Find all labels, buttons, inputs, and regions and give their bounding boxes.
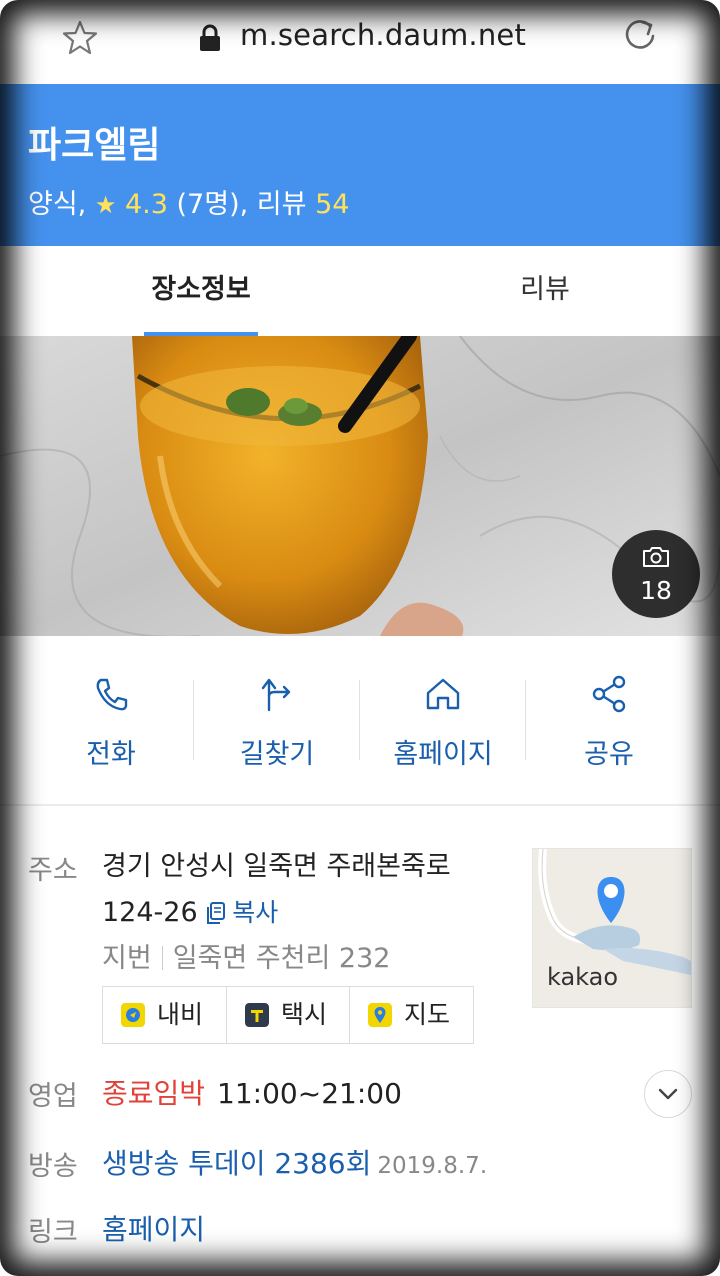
tab-place-info[interactable]: 장소정보: [144, 246, 258, 336]
lock-icon: [200, 24, 220, 51]
hours-time: 11:00~21:00: [217, 1077, 402, 1110]
copy-address-button[interactable]: 복사: [206, 898, 278, 927]
address-label: 주소: [28, 855, 78, 886]
address-text: 경기 안성시 일죽면 주래본죽로 124-26 복사: [102, 844, 522, 936]
review-count[interactable]: 54: [315, 189, 349, 220]
directions-icon: [261, 678, 291, 712]
chevron-down-icon: [658, 1088, 678, 1100]
navi-icon: [121, 1003, 145, 1027]
phone-icon: [96, 678, 128, 711]
tab-review[interactable]: 리뷰: [500, 246, 590, 336]
photo-count-button[interactable]: 18: [612, 530, 700, 618]
hours-label: 영업: [28, 1081, 78, 1112]
copy-label: 복사: [232, 898, 279, 927]
share-label: 공유: [584, 739, 634, 770]
place-name: 파크엘림: [28, 125, 161, 166]
taxi-button[interactable]: 택시: [227, 987, 350, 1043]
homepage-link[interactable]: 홈페이지: [102, 1208, 205, 1248]
share-button[interactable]: 공유: [526, 636, 692, 804]
tab-bar: 장소정보 리뷰: [0, 246, 720, 336]
browser-url-bar: m.search.daum.net: [0, 0, 720, 84]
home-icon: [426, 678, 460, 710]
expand-hours-button[interactable]: [644, 1070, 692, 1118]
category: 양식,: [28, 189, 87, 220]
navi-label: 내비: [157, 1000, 204, 1029]
business-hours: 종료임박 11:00~21:00: [102, 1072, 402, 1112]
rating-count: (7명),: [176, 189, 249, 220]
map-button[interactable]: 지도: [350, 987, 473, 1043]
address-line1: 경기 안성시 일죽면 주래본죽로: [102, 851, 451, 882]
rating-star-icon: ★: [94, 191, 117, 219]
navigation-buttons: 내비 택시 지도: [102, 986, 474, 1044]
copy-icon: [207, 902, 226, 924]
broadcast-date: 2019.8.7.: [377, 1153, 488, 1179]
jibun-separator: [161, 946, 163, 970]
taxi-icon: [245, 1003, 269, 1027]
broadcast-info: 생방송 투데이 2386회 2019.8.7.: [102, 1142, 487, 1182]
photo-count: 18: [640, 576, 672, 605]
navi-button[interactable]: 내비: [103, 987, 226, 1043]
camera-icon: [643, 547, 669, 567]
homepage-button[interactable]: 홈페이지: [360, 636, 526, 804]
map-pin-icon: [368, 1003, 392, 1027]
link-label: 링크: [28, 1217, 78, 1248]
tab-place-info-label: 장소정보: [151, 274, 251, 305]
place-meta: 양식, ★ 4.3 (7명), 리뷰 54: [28, 182, 349, 221]
taxi-label: 택시: [281, 1000, 328, 1029]
place-info-section: 주소 경기 안성시 일죽면 주래본죽로 124-26 복사 지번 일죽면 주천리 …: [0, 806, 720, 1276]
share-icon: [592, 675, 626, 713]
directions-button[interactable]: 길찾기: [194, 636, 360, 804]
screen: m.search.daum.net 파크엘림 양식, ★ 4.3 (7명), 리…: [0, 0, 720, 1276]
map-thumbnail[interactable]: kakao: [532, 848, 692, 1008]
call-button[interactable]: 전화: [28, 636, 194, 804]
directions-label: 길찾기: [239, 739, 315, 770]
map-brand: kakao: [547, 963, 619, 991]
map-label: 지도: [404, 1000, 451, 1029]
jibun-label: 지번: [102, 943, 152, 974]
review-label[interactable]: 리뷰: [257, 189, 307, 220]
broadcast-label: 방송: [28, 1151, 78, 1182]
tab-review-label: 리뷰: [520, 274, 570, 305]
jibun-value: 일죽면 주천리 232: [172, 943, 391, 974]
place-header: 파크엘림 양식, ★ 4.3 (7명), 리뷰 54: [0, 84, 720, 246]
closing-soon-status: 종료임박: [102, 1077, 206, 1110]
url-text[interactable]: m.search.daum.net: [240, 18, 526, 52]
jibun-address: 지번 일죽면 주천리 232: [102, 936, 390, 975]
call-label: 전화: [86, 739, 136, 770]
address-line2: 124-26: [102, 897, 198, 928]
rating-value: 4.3: [124, 189, 168, 220]
reload-icon[interactable]: [620, 16, 660, 56]
homepage-label: 홈페이지: [393, 739, 493, 770]
action-bar: 전화 길찾기 홈페이지 공유: [0, 636, 720, 806]
broadcast-program-link[interactable]: 생방송 투데이 2386회: [102, 1147, 371, 1180]
bookmark-star-icon[interactable]: [60, 18, 100, 58]
